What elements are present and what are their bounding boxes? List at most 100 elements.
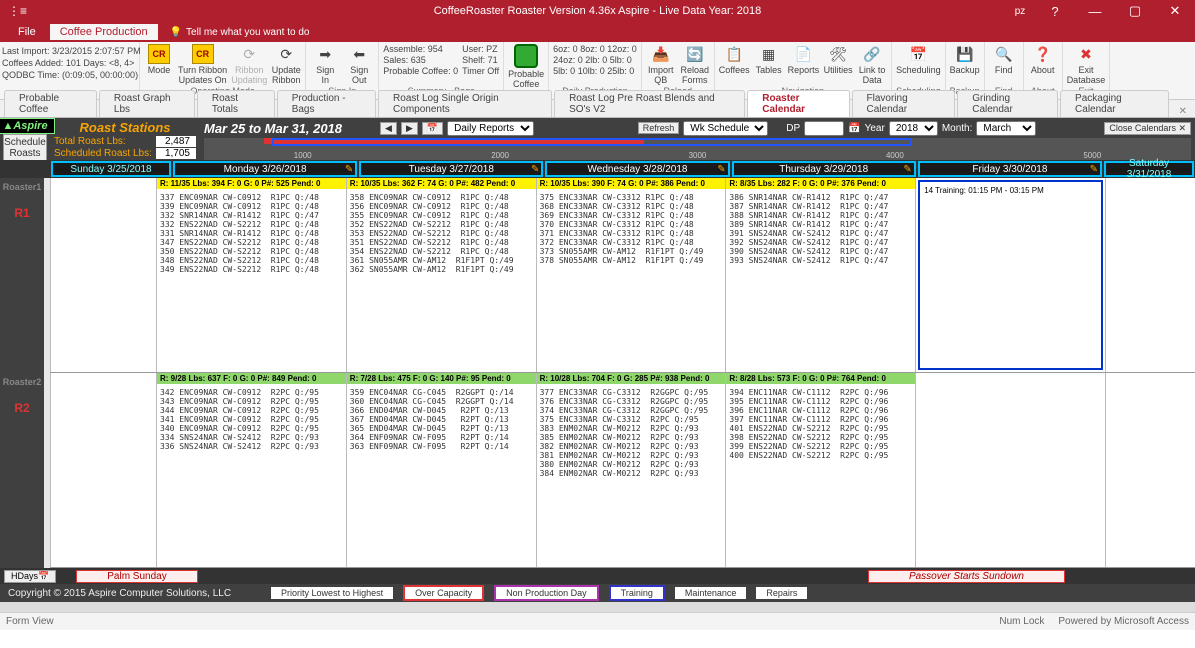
- calendar-grid: Roaster1R1 Roaster2R2 R: 11/35 Lbs: 394 …: [0, 178, 1195, 568]
- r2-thu[interactable]: R: 8/28 Lbs: 573 F: 0 G: 0 P#: 764 Pend:…: [725, 373, 915, 567]
- mode-button[interactable]: CRMode: [144, 44, 174, 75]
- sched-roast-value: 1,705: [156, 148, 196, 159]
- tab-roast-log-so[interactable]: Roast Log Single Origin Components: [378, 90, 552, 117]
- app-menu-icon[interactable]: ⋮≡: [0, 4, 27, 18]
- exit-button[interactable]: ✖Exit Database: [1067, 44, 1106, 85]
- r1-sun[interactable]: [50, 178, 156, 372]
- pencil-icon[interactable]: ✎: [717, 164, 725, 175]
- day-header-wed[interactable]: Wednesday 3/28/2018✎: [545, 161, 729, 177]
- r1-mon[interactable]: R: 11/35 Lbs: 394 F: 0 G: 0 P#: 525 Pend…: [156, 178, 346, 372]
- r1-wed[interactable]: R: 10/35 Lbs: 390 F: 74 G: 0 P#: 386 Pen…: [536, 178, 726, 372]
- day-header-row: Sunday 3/25/2018 Monday 3/26/2018✎ Tuesd…: [0, 160, 1195, 178]
- roast-stations-title: Roast Stations: [79, 120, 170, 135]
- r2-fri[interactable]: [915, 373, 1105, 567]
- help-icon[interactable]: ?: [1035, 4, 1075, 19]
- r2-tue[interactable]: R: 7/28 Lbs: 475 F: 0 G: 140 P#: 95 Pend…: [346, 373, 536, 567]
- wk-schedule-select[interactable]: Wk Schedule: [683, 121, 768, 136]
- schedule-roasts-button[interactable]: Schedule Roasts: [3, 134, 47, 162]
- hdays-button[interactable]: HDays 📅: [4, 570, 56, 583]
- r1-fri[interactable]: 14 Training: 01:15 PM - 03:15 PM: [915, 178, 1105, 372]
- dp-input[interactable]: [804, 121, 844, 136]
- update-ribbon-button[interactable]: ⟳Update Ribbon: [271, 44, 301, 85]
- year-label: Year: [865, 123, 885, 134]
- tab-production-bags[interactable]: Production - Bags: [277, 90, 376, 117]
- month-select[interactable]: March: [976, 121, 1036, 136]
- menu-file[interactable]: File: [8, 24, 46, 40]
- sign-out-button[interactable]: ⬅Sign Out: [344, 44, 374, 85]
- day-header-thu[interactable]: Thursday 3/29/2018✎: [732, 161, 916, 177]
- backup-button[interactable]: 💾Backup: [950, 44, 980, 75]
- roaster2-row: R: 9/28 Lbs: 637 F: 0 G: 0 P#: 849 Pend:…: [50, 373, 1195, 568]
- nav-tables-button[interactable]: ▦Tables: [754, 44, 784, 75]
- close-calendars-button[interactable]: Close Calendars ✕: [1104, 122, 1191, 135]
- training-event[interactable]: 14 Training: 01:15 PM - 03:15 PM: [918, 180, 1103, 370]
- titlebar: ⋮≡ CoffeeRoaster Roaster Version 4.36x A…: [0, 0, 1195, 22]
- legend-row: Copyright © 2015 Aspire Computer Solutio…: [0, 584, 1195, 602]
- reload-forms-button[interactable]: 🔄Reload Forms: [680, 44, 710, 85]
- next-button[interactable]: ▶: [401, 122, 418, 135]
- tab-flavoring-calendar[interactable]: Flavoring Calendar: [852, 90, 956, 117]
- day-header-mon[interactable]: Monday 3/26/2018✎: [173, 161, 357, 177]
- sched-roast-label: Scheduled Roast Lbs:: [54, 148, 152, 159]
- tell-me[interactable]: Tell me what you want to do: [162, 27, 310, 38]
- document-tabs: Probable Coffee Roast Graph Lbs Roast To…: [0, 100, 1195, 118]
- tab-probable-coffee[interactable]: Probable Coffee: [4, 90, 97, 117]
- r2-sat[interactable]: [1105, 373, 1195, 567]
- minimize-icon[interactable]: —: [1075, 4, 1115, 19]
- r1-tue[interactable]: R: 10/35 Lbs: 362 F: 74 G: 0 P#: 482 Pen…: [346, 178, 536, 372]
- r2-wed[interactable]: R: 10/28 Lbs: 704 F: 0 G: 285 P#: 938 Pe…: [536, 373, 726, 567]
- pencil-icon[interactable]: ✎: [345, 164, 353, 175]
- passover-badge: Passover Starts Sundown: [868, 570, 1065, 583]
- nav-utilities-button[interactable]: 🛠Utilities: [823, 44, 853, 75]
- capacity-ruler: 10002000300040005000: [204, 138, 1191, 160]
- view-mode: Form View: [6, 616, 54, 627]
- day-header-sat[interactable]: Saturday 3/31/2018: [1104, 161, 1194, 177]
- maximize-icon[interactable]: ▢: [1115, 3, 1155, 19]
- pencil-icon[interactable]: ✎: [903, 164, 911, 175]
- r2-sun[interactable]: [50, 373, 156, 567]
- r1-thu[interactable]: R: 8/35 Lbs: 282 F: 0 G: 0 P#: 376 Pend:…: [725, 178, 915, 372]
- tab-roast-graph[interactable]: Roast Graph Lbs: [99, 90, 195, 117]
- roaster1-id: R1: [14, 196, 29, 220]
- find-button[interactable]: 🔍Find: [989, 44, 1019, 75]
- turn-ribbon-button[interactable]: CRTurn Ribbon Updates On: [178, 44, 227, 85]
- calendar2-icon[interactable]: 📅: [848, 123, 860, 134]
- close-tab-icon[interactable]: ✕: [1171, 106, 1195, 117]
- copyright: Copyright © 2015 Aspire Computer Solutio…: [8, 588, 231, 599]
- nav-reports-button[interactable]: 📄Reports: [788, 44, 820, 75]
- tab-packaging-calendar[interactable]: Packaging Calendar: [1060, 90, 1169, 117]
- about-button[interactable]: ❓About: [1028, 44, 1058, 75]
- nav-coffees-button[interactable]: 📋Coffees: [719, 44, 750, 75]
- prev-button[interactable]: ◀: [380, 122, 397, 135]
- r2-mon[interactable]: R: 9/28 Lbs: 637 F: 0 G: 0 P#: 849 Pend:…: [156, 373, 346, 567]
- tab-roast-totals[interactable]: Roast Totals: [197, 90, 275, 117]
- tab-roaster-calendar[interactable]: Roaster Calendar: [747, 90, 849, 117]
- year-select[interactable]: 2018: [889, 121, 938, 136]
- close-icon[interactable]: ✕: [1155, 3, 1195, 19]
- holiday-row: HDays 📅 Palm Sunday Passover Starts Sund…: [0, 568, 1195, 584]
- nav-link-button[interactable]: 🔗Link to Data: [857, 44, 887, 85]
- legend-maintenance: Maintenance: [675, 587, 747, 599]
- menubar: File Coffee Production Tell me what you …: [0, 22, 1195, 42]
- refresh-button[interactable]: Refresh: [638, 122, 680, 134]
- aspire-logo: ▲Aspire: [0, 118, 55, 134]
- last-import: Last Import: 3/23/2015 2:07:57 PM: [2, 45, 137, 57]
- tab-roast-log-pre[interactable]: Roast Log Pre Roast Blends and SO's V2: [554, 90, 745, 117]
- tab-grinding-calendar[interactable]: Grinding Calendar: [957, 90, 1058, 117]
- day-header-sun[interactable]: Sunday 3/25/2018: [51, 161, 171, 177]
- day-header-tue[interactable]: Tuesday 3/27/2018✎: [359, 161, 543, 177]
- day-header-fri[interactable]: Friday 3/30/2018✎: [918, 161, 1102, 177]
- ribbon-updating-button: ⟳Ribbon Updating: [231, 44, 267, 85]
- pencil-icon[interactable]: ✎: [1090, 164, 1098, 175]
- legend-priority: Priority Lowest to Highest: [271, 587, 393, 599]
- sign-in-button[interactable]: ➡Sign In: [310, 44, 340, 85]
- coffees-added: Coffees Added: 101 Days: <8, 4>: [2, 57, 137, 69]
- pencil-icon[interactable]: ✎: [531, 164, 539, 175]
- menu-coffee-production[interactable]: Coffee Production: [50, 24, 158, 40]
- probable-coffee-button[interactable]: Probable Coffee: [508, 44, 544, 89]
- daily-reports-select[interactable]: Daily Reports: [447, 121, 534, 136]
- import-qb-button[interactable]: 📥Import QB: [646, 44, 676, 85]
- r1-sat[interactable]: [1105, 178, 1195, 372]
- scheduling-button[interactable]: 📅Scheduling: [896, 44, 941, 75]
- calendar-icon[interactable]: 📅: [422, 122, 443, 135]
